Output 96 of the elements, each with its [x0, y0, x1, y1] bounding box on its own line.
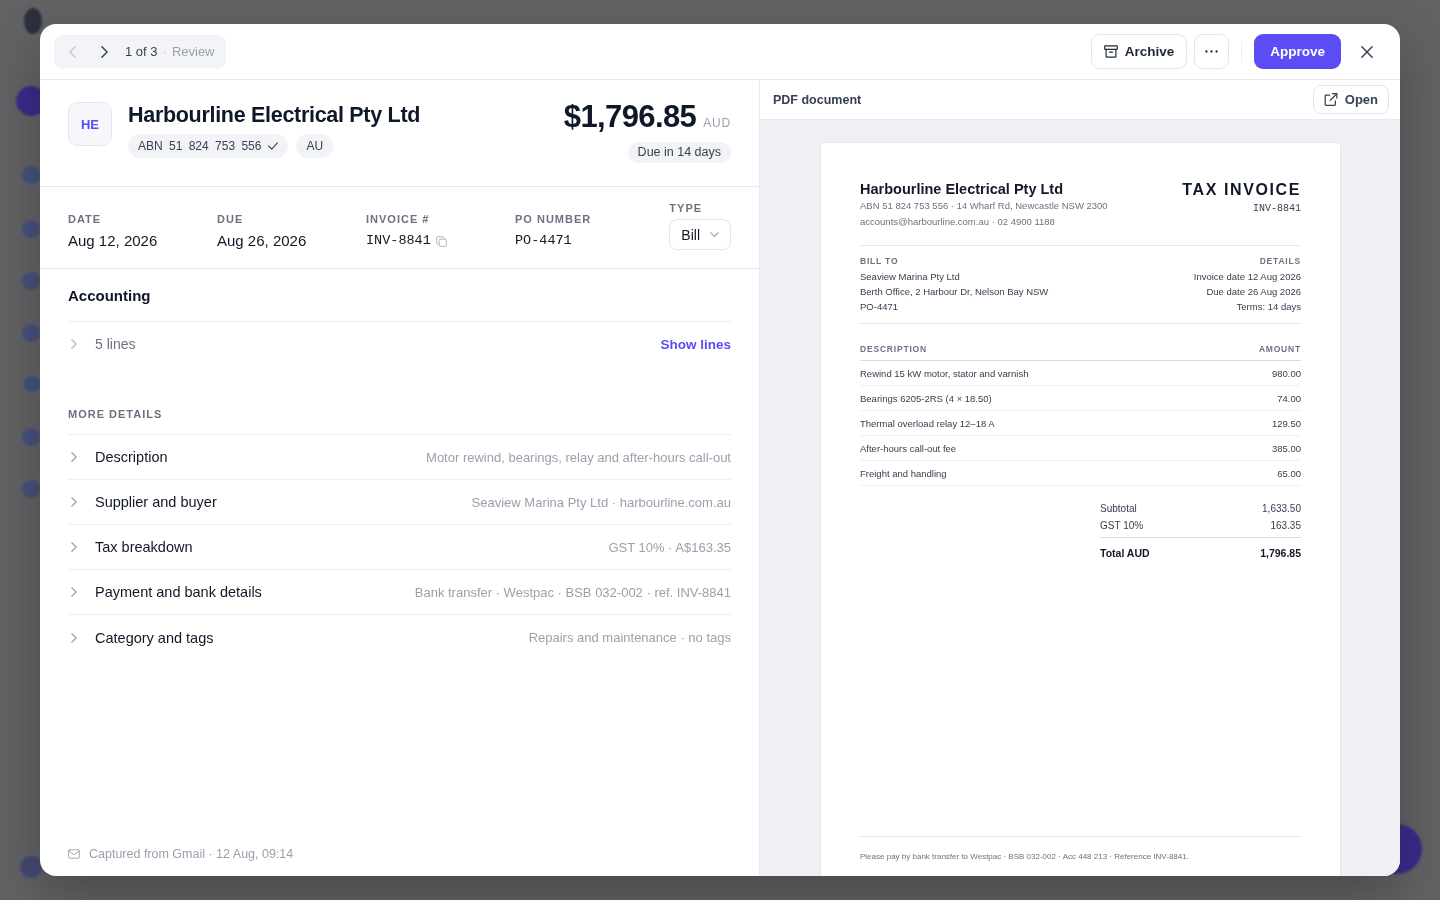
section-title: Accounting: [68, 269, 731, 322]
record-position: 1 of 3: [125, 44, 158, 59]
section-heading: MORE DETAILS: [68, 366, 731, 435]
detail-label[interactable]: Supplier and buyer: [95, 494, 217, 510]
blurred-icon: [24, 376, 40, 392]
open-button[interactable]: Open: [1312, 85, 1389, 114]
chevron-right-icon[interactable]: [71, 587, 77, 597]
bill-to-line: PO-4471: [860, 300, 900, 314]
table-cell: Bearings 6205-2RS (4 × 18.50): [860, 392, 992, 404]
capture-source: Captured from Gmail · 12 Aug, 09:14: [89, 847, 294, 861]
chip-label: ABN 51 824 753 556: [138, 139, 262, 153]
field-label: INVOICE #: [366, 212, 431, 226]
invoice-number: INV-8841: [1252, 203, 1301, 214]
detail-label[interactable]: Payment and bank details: [95, 584, 262, 600]
chevron-right-icon[interactable]: [71, 339, 77, 349]
detail-label[interactable]: Description: [95, 449, 168, 465]
total-value: 1,633.50: [1262, 503, 1301, 514]
table-cell: 65.00: [1277, 467, 1301, 479]
show-lines-link[interactable]: Show lines: [660, 336, 731, 352]
separator-dot: ·: [162, 44, 167, 59]
detail-summary: Repairs and maintenance · no tags: [528, 630, 731, 645]
blurred-icon: [24, 8, 42, 34]
chevron-down-icon: [710, 232, 719, 237]
table-cell: 129.50: [1271, 417, 1301, 429]
total-value: 163.35: [1270, 520, 1301, 531]
more-icon: [1205, 50, 1219, 53]
field-label: TYPE: [669, 201, 704, 215]
payment-note: Please pay by bank transfer to Westpac · BSB 032-002 · Acc 448 213 · Reference INV-8841.: [860, 852, 1189, 861]
currency-code: AUD: [703, 116, 731, 130]
detail-summary: Bank transfer · Westpac · BSB 032-002 · ref. INV-8841: [414, 584, 731, 600]
blurred-icon: [22, 220, 40, 238]
column-header: DESCRIPTION: [860, 344, 927, 355]
supplier-detail: accounts@harbourline.com.au · 02 4900 1188: [860, 215, 1056, 229]
table-cell: 980.00: [1271, 367, 1301, 379]
document-supplier-name: Harbourline Electrical Pty Ltd: [860, 180, 1065, 198]
chip-label: AU: [306, 139, 324, 153]
due-badge: Due in 14 days: [627, 142, 731, 163]
detail-summary: GST 10% · A$163.35: [608, 539, 731, 555]
field-value: Aug 26, 2026: [217, 231, 307, 251]
supplier-name: Harbourline Electrical Pty Ltd: [128, 102, 422, 128]
bill-to-heading: BILL TO: [860, 255, 900, 267]
blurred-icon: [20, 856, 42, 878]
blurred-icon: [22, 166, 40, 184]
bill-to-line: Seaview Marina Pty Ltd: [860, 270, 961, 284]
total-amount: $1,796.85: [563, 99, 697, 135]
table-cell: Rewind 15 kW motor, stator and varnish: [860, 367, 1029, 379]
archive-box-icon: [1103, 45, 1118, 58]
field-value: PO-4471: [515, 232, 572, 250]
preview-title: PDF document: [773, 92, 862, 107]
field-value: INV-8841: [366, 232, 431, 250]
line-count: 5 lines: [95, 336, 136, 352]
chevron-right-icon[interactable]: [71, 542, 77, 552]
chevron-left-icon: [68, 45, 76, 58]
type-dropdown[interactable]: Bill: [669, 219, 731, 250]
field-value: Aug 12, 2026: [68, 231, 158, 251]
bill-to-line: Berth Office, 2 Harbour Dr, Nelson Bay NSW: [860, 285, 1049, 299]
total-label: GST 10%: [1100, 520, 1144, 531]
field-label: DUE: [217, 212, 245, 226]
total-value: 1,796.85: [1260, 546, 1301, 559]
supplier-detail: ABN 51 824 753 556 · 14 Wharf Rd, Newcastle NSW 2300: [860, 199, 1108, 213]
table-cell: 74.00: [1277, 392, 1301, 404]
chevron-right-icon[interactable]: [71, 452, 77, 462]
external-link-icon: [1323, 93, 1338, 106]
document-title: TAX INVOICE: [1182, 180, 1301, 200]
close-icon: [1361, 45, 1373, 58]
chevron-right-icon: [100, 45, 108, 58]
archive-button[interactable]: Archive: [1090, 34, 1188, 69]
table-cell: Freight and handling: [860, 467, 947, 479]
total-label: Subtotal: [1100, 503, 1137, 514]
details-line: Terms: 14 days: [1235, 300, 1301, 314]
approve-button[interactable]: Approve: [1254, 34, 1341, 69]
field-label: DATE: [68, 212, 103, 226]
detail-summary: Motor rewind, bearings, relay and after-hours call-out: [426, 449, 731, 465]
table-cell: Thermal overload relay 12–18 A: [860, 417, 995, 429]
check-icon: [268, 142, 279, 150]
blurred-icon: [22, 480, 40, 498]
detail-label[interactable]: Category and tags: [95, 629, 214, 646]
detail-summary: Seaview Marina Pty Ltd · harbourline.com.au: [471, 494, 731, 510]
table-cell: After-hours call-out fee: [860, 442, 957, 454]
blurred-icon: [22, 272, 40, 290]
field-label: PO NUMBER: [515, 212, 593, 226]
blurred-icon: [22, 428, 40, 446]
table-cell: 385.00: [1271, 442, 1301, 454]
chevron-right-icon[interactable]: [71, 497, 77, 507]
mail-icon: [68, 849, 80, 859]
status-label: Review: [171, 44, 215, 59]
details-line: Due date 26 Aug 2026: [1205, 285, 1301, 299]
detail-label[interactable]: Tax breakdown: [95, 539, 193, 555]
column-header: AMOUNT: [1258, 344, 1301, 355]
details-line: Invoice date 12 Aug 2026: [1193, 270, 1301, 284]
supplier-initials-avatar: HE: [68, 102, 112, 146]
details-heading: DETAILS: [1258, 255, 1301, 267]
copy-icon[interactable]: [435, 235, 447, 247]
blurred-icon: [22, 324, 40, 342]
chevron-right-icon[interactable]: [71, 632, 77, 643]
total-label: Total AUD: [1100, 546, 1150, 559]
